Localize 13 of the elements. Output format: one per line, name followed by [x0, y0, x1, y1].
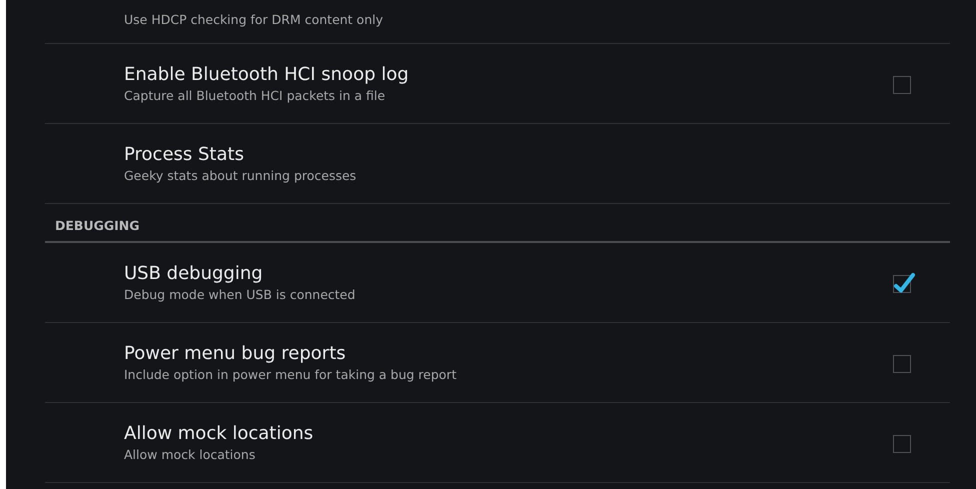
- setting-summary: Use HDCP checking for DRM content only: [124, 12, 384, 27]
- setting-title[interactable]: USB debugging: [124, 263, 892, 284]
- setting-title[interactable]: Enable Bluetooth HCI snoop log: [124, 64, 892, 85]
- setting-summary: Debug mode when USB is connected: [124, 287, 356, 302]
- setting-summary: Capture all Bluetooth HCI packets in a file: [124, 88, 386, 103]
- setting-title[interactable]: Allow mock locations: [124, 423, 892, 444]
- section-header: DEBUGGING: [55, 218, 140, 233]
- setting-title[interactable]: Process Stats: [124, 144, 916, 165]
- setting-summary: Allow mock locations: [124, 447, 256, 462]
- setting-summary: Include option in power menu for taking a bug report: [124, 367, 458, 382]
- setting-title[interactable]: Power menu bug reports: [124, 343, 892, 364]
- setting-summary: Geeky stats about running processes: [124, 168, 358, 183]
- checkbox[interactable]: [892, 270, 916, 294]
